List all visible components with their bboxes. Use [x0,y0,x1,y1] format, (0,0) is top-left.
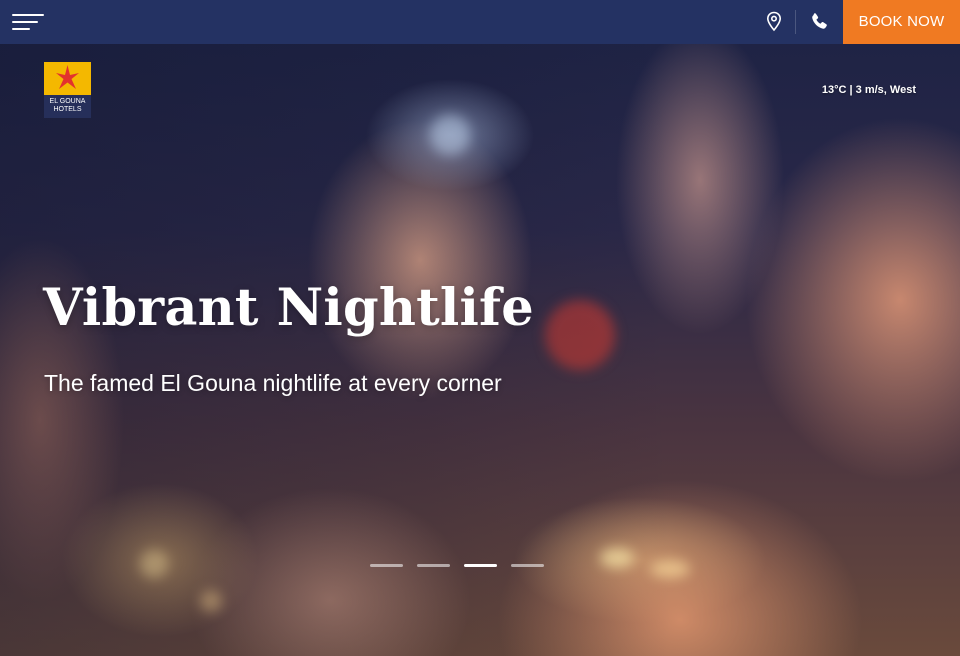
menu-icon[interactable] [12,12,46,32]
logo-badge [44,62,91,95]
phone-icon[interactable] [805,8,833,36]
logo-line-1: EL GOUNA [49,98,86,105]
header-divider [795,10,796,34]
weather-info: 13°C | 3 m/s, West [821,84,916,96]
slider-dot-2[interactable] [417,564,450,567]
logo-wordmark: EL GOUNA HOTELS [44,95,91,118]
el-gouna-hotels-logo[interactable]: EL GOUNA HOTELS [44,62,91,118]
hero-subtitle: The famed El Gouna nightlife at every co… [44,370,502,396]
book-now-button[interactable]: BOOK NOW [843,0,960,44]
hero-title: Vibrant Nightlife [43,278,534,338]
logo-line-2: HOTELS [53,106,82,113]
top-navigation-bar: BOOK NOW [0,0,960,44]
slider-dot-1[interactable] [370,564,403,567]
page: BOOK NOW EL GOUNA HOTELS 13°C | 3 m/s, W… [0,0,960,656]
slider-dot-4[interactable] [511,564,544,567]
slider-dot-3[interactable] [464,564,497,567]
location-pin-icon[interactable] [760,8,788,36]
starfish-icon [56,65,79,89]
